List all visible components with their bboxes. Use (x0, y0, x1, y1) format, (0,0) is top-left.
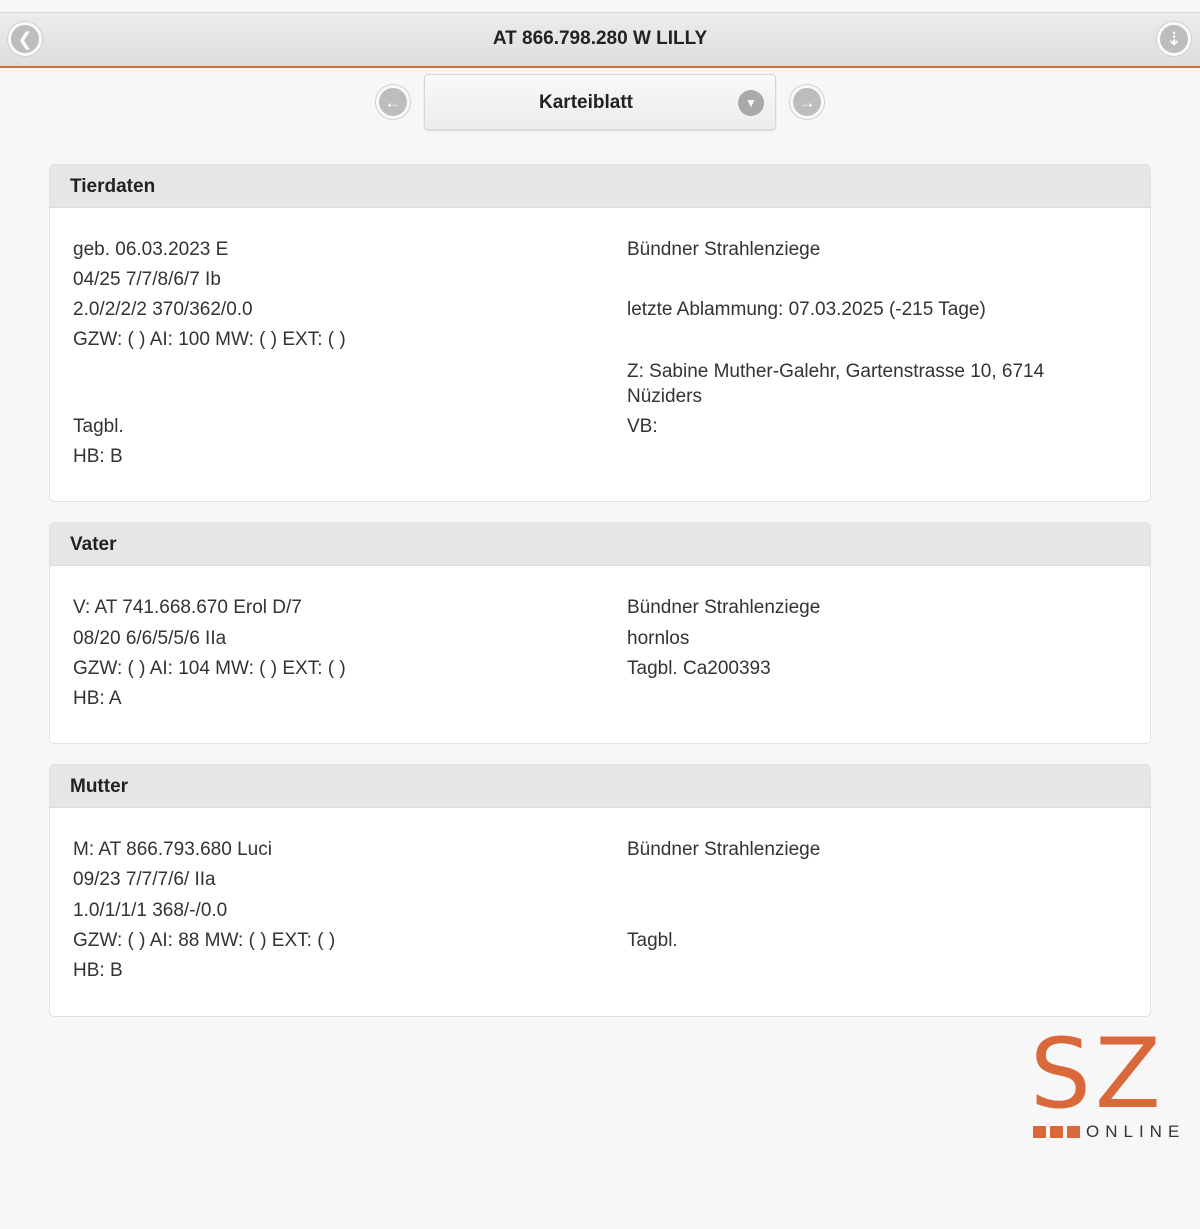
sire-evaluation: 08/20 6/6/5/5/6 IIa (73, 628, 227, 649)
tagbl-info: Tagbl. (73, 416, 124, 437)
top-strip (0, 0, 1200, 12)
dam-herdbook-class: HB: B (73, 960, 123, 981)
vater-heading: Vater (50, 523, 1150, 566)
logo-subtitle: ONLINE (1086, 1122, 1186, 1141)
arrow-right-icon: → (798, 92, 816, 112)
logo-square (1050, 1126, 1063, 1138)
logo-letters: SZ (1030, 1018, 1165, 1130)
tierdaten-heading: Tierdaten (50, 165, 1150, 208)
download-button[interactable]: ⇣ (1157, 22, 1191, 56)
sire-tagbl: Tagbl. Ca200393 (627, 658, 771, 679)
mutter-heading: Mutter (50, 765, 1150, 808)
dam-tagbl: Tagbl. (627, 930, 678, 951)
arrow-left-icon: ← (384, 92, 402, 112)
birth-info: geb. 06.03.2023 E (73, 239, 229, 260)
chevron-down-icon: ▼ (738, 90, 764, 116)
dam-id: M: AT 866.793.680 Luci (73, 839, 272, 860)
last-lambing: letzte Ablammung: 07.03.2025 (-215 Tage) (627, 299, 986, 320)
tierdaten-panel: Tierdaten geb. 06.03.2023 E 04/25 7/7/8/… (49, 164, 1151, 502)
dam-breed: Bündner Strahlenziege (627, 839, 821, 860)
sire-horn-status: hornlos (627, 628, 690, 649)
sire-id: V: AT 741.668.670 Erol D/7 (73, 597, 302, 618)
breed: Bündner Strahlenziege (627, 239, 821, 260)
breeder-address: Z: Sabine Muther-Galehr, Gartenstrasse 1… (627, 361, 1045, 407)
herdbook-class: HB: B (73, 446, 123, 467)
logo-square (1067, 1126, 1080, 1138)
sire-herdbook-class: HB: A (73, 688, 122, 709)
dam-performance: 1.0/1/1/1 368/-/0.0 (73, 900, 228, 921)
view-select[interactable]: Karteiblatt ▼ (424, 74, 776, 130)
download-icon: ⇣ (1166, 29, 1182, 49)
evaluation-info: 04/25 7/7/8/6/7 Ib (73, 269, 221, 290)
page-title: AT 866.798.280 W LILLY (492, 28, 708, 49)
sz-online-logo: SZ ONLINE (1030, 1026, 1190, 1142)
title-bar: ❮ AT 866.798.280 W LILLY ⇣ (0, 12, 1200, 68)
performance-info: 2.0/2/2/2 370/362/0.0 (73, 299, 253, 320)
logo-square (1033, 1126, 1046, 1138)
vater-panel: Vater V: AT 741.668.670 Erol D/7 08/20 6… (49, 522, 1151, 744)
dam-breeding-values: GZW: ( ) AI: 88 MW: ( ) EXT: ( ) (73, 930, 336, 951)
next-view-button[interactable]: → (790, 85, 824, 119)
mutter-panel: Mutter M: AT 866.793.680 Luci 09/23 7/7/… (49, 764, 1151, 1017)
previous-view-button[interactable]: ← (376, 85, 410, 119)
breeding-values: GZW: ( ) AI: 100 MW: ( ) EXT: ( ) (73, 329, 346, 350)
view-navigation: ← Karteiblatt ▼ → (0, 74, 1200, 132)
vb-info: VB: (627, 416, 658, 437)
dam-evaluation: 09/23 7/7/7/6/ IIa (73, 869, 216, 890)
sire-breed: Bündner Strahlenziege (627, 597, 821, 618)
sire-breeding-values: GZW: ( ) AI: 104 MW: ( ) EXT: ( ) (73, 658, 346, 679)
view-select-value: Karteiblatt (539, 92, 633, 113)
